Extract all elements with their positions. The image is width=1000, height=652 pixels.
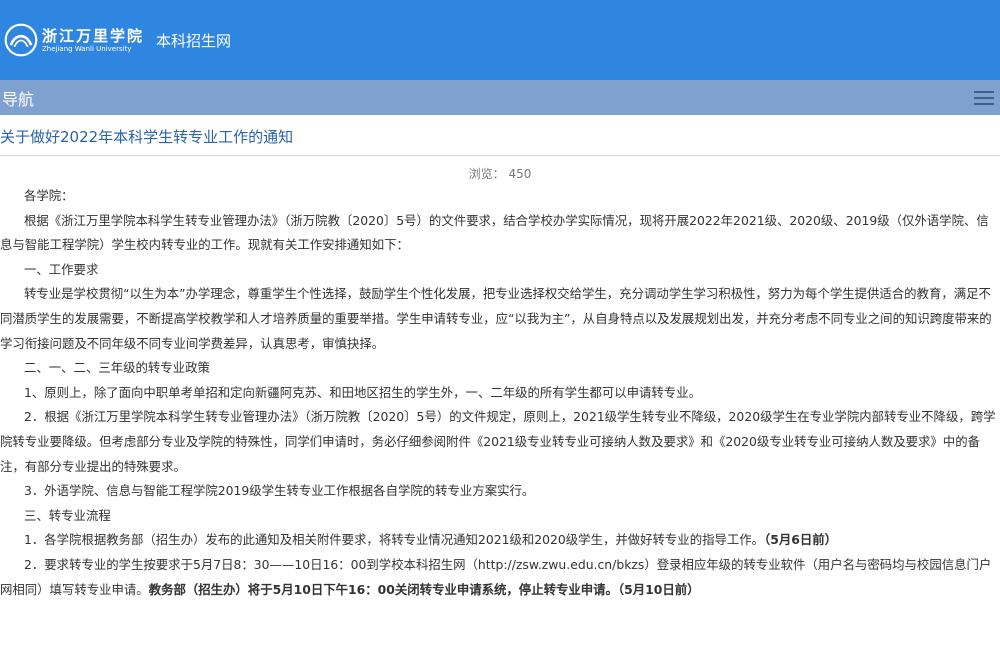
logo-text: 浙江万里学院 Zhejiang Wanli University [42,27,144,54]
navigation-bar: 导航 [0,80,1000,115]
nav-label[interactable]: 导航 [2,86,34,110]
section-heading-policy: 二、一、二、三年级的转专业政策 [24,360,210,376]
process-2-deadline: 教务部（招生办）将于5月10日下午16：00关闭转专业申请系统，停止转专业申请。… [148,581,700,597]
paragraph-process-1: 1．各学院根据教务部（招生办）发布的此通知及相关附件要求，将转专业情况通知202… [0,528,1000,553]
views-number: 450 [508,167,532,181]
section-heading-work-requirements: 一、工作要求 [24,261,99,277]
paragraph-policy-2: 2．根据《浙江万里学院本科学生转专业管理办法》（浙万院教〔2020〕5号）的文件… [0,409,996,474]
university-emblem-icon [4,23,38,57]
paragraph-process-2: 2．要求转专业的学生按要求于5月7日8：30——10日16：00到学校本科招生网… [0,553,1000,602]
process-1-deadline: （5月6日前） [764,532,838,548]
site-header: 浙江万里学院 Zhejiang Wanli University 本科招生网 [0,0,1000,80]
university-logo[interactable]: 浙江万里学院 Zhejiang Wanli University [4,23,144,57]
process-1-text: 1．各学院根据教务部（招生办）发布的此通知及相关附件要求，将转专业情况通知202… [24,532,765,548]
paragraph-policy-1: 1、原则上，除了面向中职单考单招和定向新疆阿克苏、和田地区招生的学生外，一、二年… [24,384,701,400]
view-count: 浏览： 450 [0,164,1000,184]
article-body: 各学院： 根据《浙江万里学院本科学生转专业管理办法》（浙万院教〔2020〕5号）… [0,184,1000,602]
paragraph-requirements: 转专业是学校贯彻“以生为本”办学理念，尊重学生个性选择，鼓励学生个性化发展，把专… [0,286,992,351]
section-heading-process: 三、转专业流程 [24,507,111,523]
logo-chinese-name: 浙江万里学院 [42,26,145,45]
article-title: 关于做好2022年本科学生转专业工作的通知 [0,115,1000,156]
paragraph-policy-3: 3．外语学院、信息与智能工程学院2019级学生转专业工作根据各自学院的转专业方案… [24,483,535,499]
logo-english-name: Zhejiang Wanli University [42,44,132,53]
paragraph-intro: 根据《浙江万里学院本科学生转专业管理办法》（浙万院教〔2020〕5号）的文件要求… [0,212,989,253]
site-name[interactable]: 本科招生网 [156,30,231,51]
hamburger-icon[interactable] [974,90,994,105]
paragraph-salutation: 各学院： [24,188,74,203]
views-label: 浏览： [468,167,505,181]
